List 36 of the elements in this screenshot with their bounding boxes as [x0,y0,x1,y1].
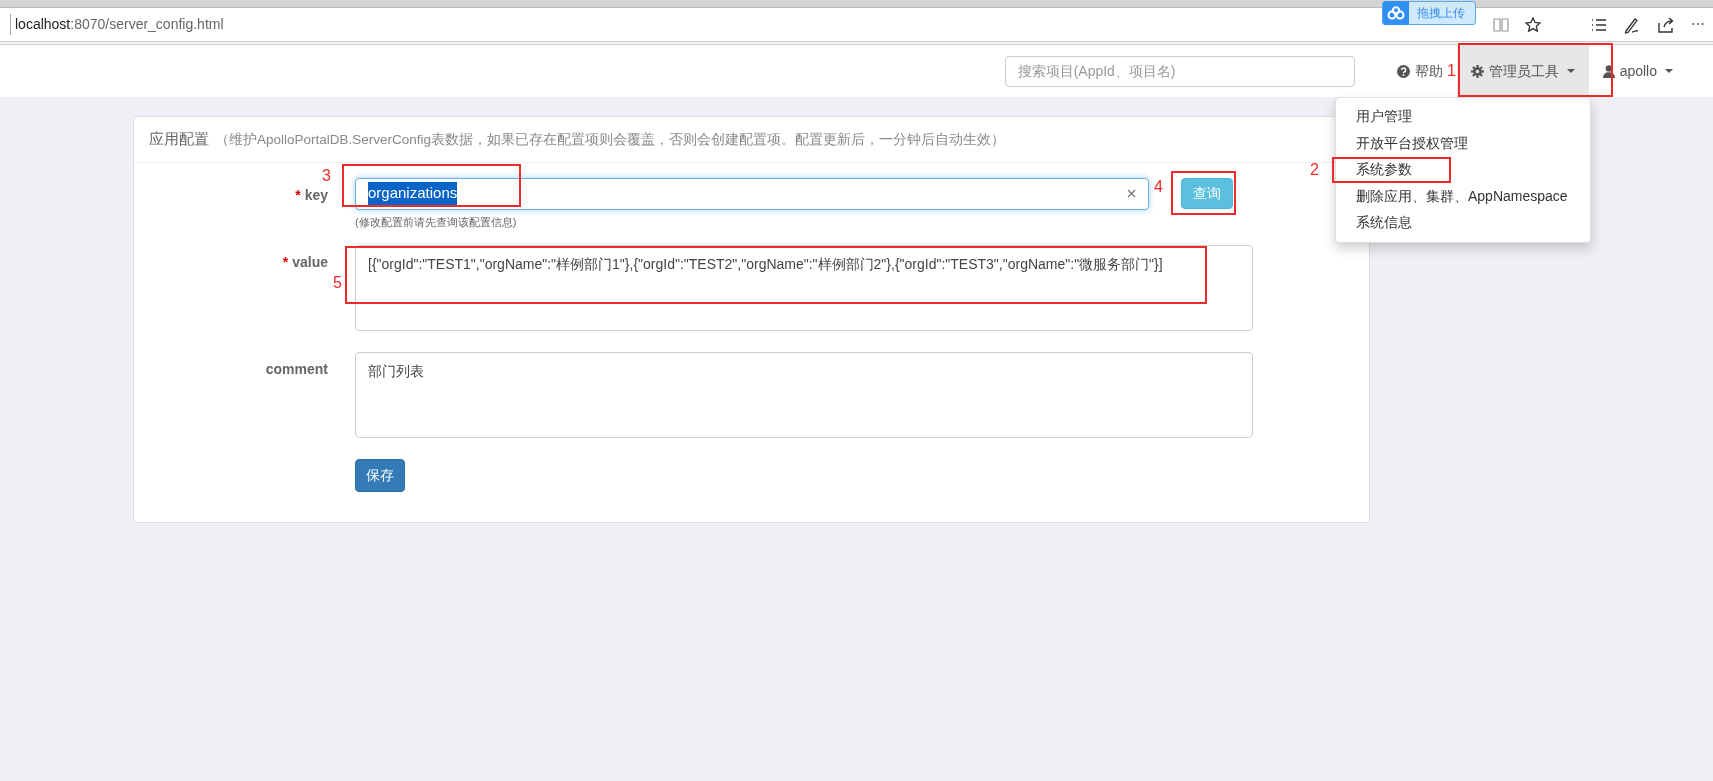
annotation-number: 4 [1154,179,1163,195]
help-icon [1396,64,1410,78]
search-field[interactable]: 搜索项目(AppId、项目名) [1004,55,1355,87]
dropdown-item[interactable]: 系统信息 [1356,212,1412,233]
nav-menu-item[interactable]: apollo [1588,45,1687,97]
annotation-number: 1 [1447,63,1456,79]
cloud-icon [1387,6,1405,20]
user-icon [1602,64,1615,78]
star-icon[interactable] [1525,16,1541,33]
annotation-number: 5 [333,275,342,291]
field-label: key [304,186,328,203]
annotation-number: 3 [322,168,331,184]
list-icon[interactable] [1591,16,1607,33]
share-icon[interactable] [1657,16,1675,33]
field-label: value [292,254,328,270]
value-field[interactable]: [{"orgId":"TEST1","orgName":"样例部门1"},{"orgId":"TEST2","orgName":"样例部门2"},{"orgId":"TEST3","orgName":"微服务部门"}] [355,245,1253,331]
required-mark: * [282,254,289,270]
dropdown-item[interactable]: 删除应用、集群、AppNamespace [1356,185,1568,206]
nav-menu-item[interactable]: 管理员工具 [1456,45,1589,97]
settings-icon [1470,64,1484,78]
required-mark: * [295,186,301,203]
clear-icon[interactable] [1127,189,1136,198]
address-field[interactable]: localhost:8070/server_config.html [10,14,224,35]
dropdown-item[interactable]: 系统参数 [1356,159,1412,180]
hint-text: (修改配置前请先查询该配置信息) [355,214,518,230]
field-label: comment [265,361,328,377]
dropdown-item[interactable]: 用户管理 [1356,106,1412,127]
dropdown-item[interactable]: 开放平台授权管理 [1356,132,1468,153]
card-title: 应用配置 [149,130,209,147]
more-button[interactable]: ⋯ [1691,14,1705,35]
card-note: （维护ApolloPortalDB.ServerConfig表数据，如果已存在配置项则会覆盖，否则会创建配置项。配置更新后，一分钟后自动生效） [215,132,1006,147]
key-field[interactable]: organizations [355,177,1149,210]
annotation-box [1171,171,1236,215]
annotation-number: 2 [1310,162,1319,178]
comment-field[interactable]: 部门列表 [355,352,1253,438]
save-button[interactable]: 保存 [355,459,405,492]
